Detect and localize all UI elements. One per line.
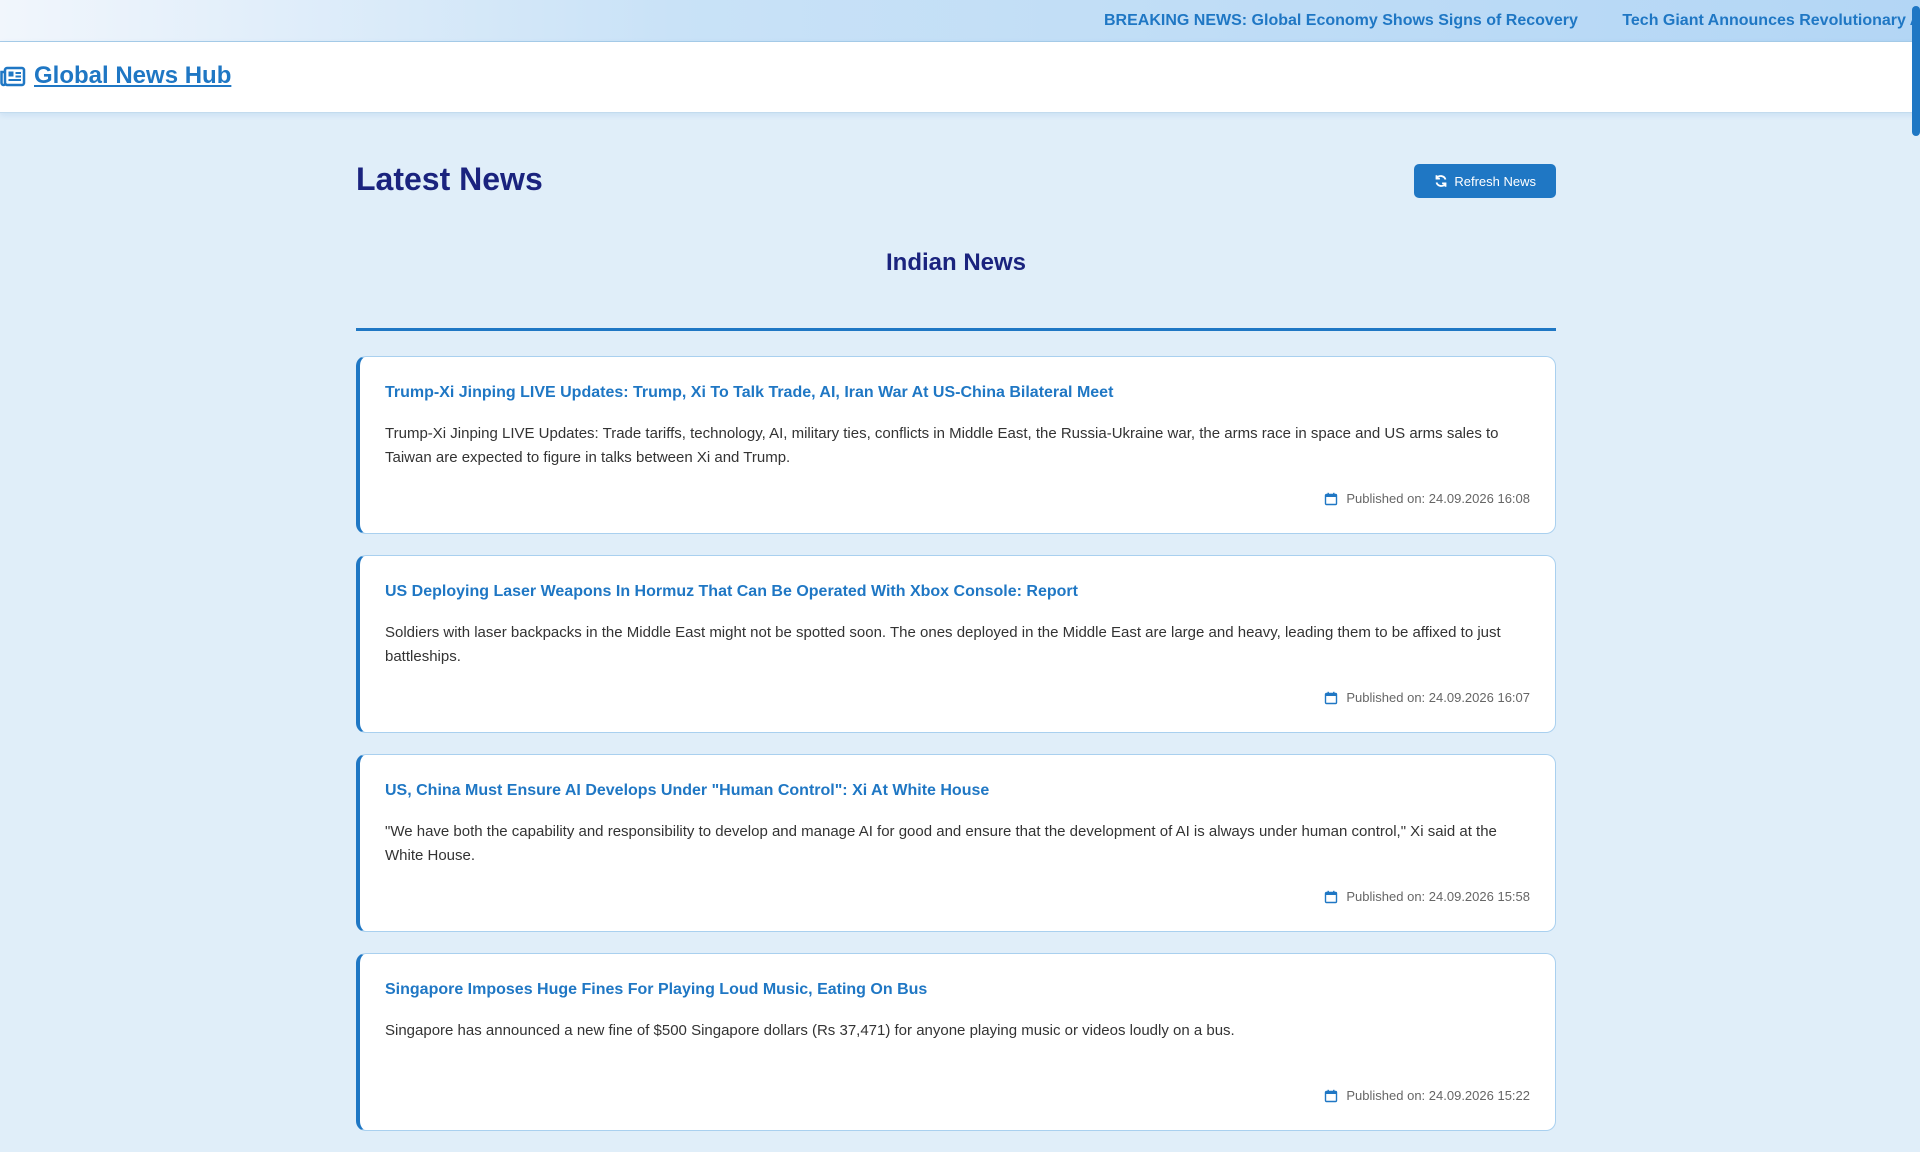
calendar-icon <box>1324 1089 1338 1103</box>
main-content: Latest News Refresh News Indian News Tru… <box>356 113 1556 1152</box>
news-card-summary: Soldiers with laser backpacks in the Mid… <box>385 624 1501 665</box>
published-date: Published on: 24.09.2026 15:58 <box>1346 889 1530 904</box>
news-list: Trump-Xi Jinping LIVE Updates: Trump, Xi… <box>356 356 1556 1131</box>
news-card-summary: Singapore has announced a new fine of $5… <box>385 1022 1235 1039</box>
newspaper-icon <box>0 63 26 89</box>
ticker-item[interactable]: BREAKING NEWS: Global Economy Shows Sign… <box>1104 12 1578 30</box>
news-card-summary: "We have both the capability and respons… <box>385 823 1497 864</box>
published-date: Published on: 24.09.2026 15:22 <box>1346 1088 1530 1103</box>
site-logo-link[interactable]: Global News Hub <box>0 62 231 90</box>
site-title: Global News Hub <box>34 62 232 89</box>
news-card-meta: Published on: 24.09.2026 16:08 <box>1324 491 1530 506</box>
sync-icon <box>1434 174 1448 188</box>
breaking-news-ticker: BREAKING NEWS: Global Economy Shows Sign… <box>0 0 1920 42</box>
news-card-title[interactable]: US, China Must Ensure AI Develops Under … <box>385 781 1530 801</box>
ticker-track: BREAKING NEWS: Global Economy Shows Sign… <box>1104 12 1920 30</box>
calendar-icon <box>1324 890 1338 904</box>
news-card-title[interactable]: Singapore Imposes Huge Fines For Playing… <box>385 980 1530 1000</box>
news-card: US, China Must Ensure AI Develops Under … <box>356 754 1556 932</box>
news-card-meta: Published on: 24.09.2026 15:22 <box>1324 1088 1530 1103</box>
news-card: Singapore Imposes Huge Fines For Playing… <box>356 953 1556 1131</box>
news-card-meta: Published on: 24.09.2026 15:58 <box>1324 889 1530 904</box>
news-card: Trump-Xi Jinping LIVE Updates: Trump, Xi… <box>356 356 1556 534</box>
news-card-title[interactable]: US Deploying Laser Weapons In Hormuz Tha… <box>385 582 1530 602</box>
page-scrollbar[interactable] <box>1912 0 1920 1080</box>
refresh-news-label: Refresh News <box>1454 173 1536 189</box>
calendar-icon <box>1324 492 1338 506</box>
published-date: Published on: 24.09.2026 16:08 <box>1346 491 1530 506</box>
page-title-row: Latest News Refresh News <box>356 113 1556 233</box>
section-title: Indian News <box>885 249 1027 276</box>
refresh-news-button[interactable]: Refresh News <box>1414 164 1556 198</box>
calendar-icon <box>1324 691 1338 705</box>
ticker-item[interactable]: Tech Giant Announces Revolutionary A <box>1622 12 1920 30</box>
page-title: Latest News <box>356 161 543 197</box>
news-card-title[interactable]: Trump-Xi Jinping LIVE Updates: Trump, Xi… <box>385 383 1530 403</box>
news-card-summary: Trump-Xi Jinping LIVE Updates: Trade tar… <box>385 425 1499 466</box>
section-header: Indian News <box>356 233 1556 331</box>
scrollbar-thumb[interactable] <box>1912 6 1920 136</box>
news-card-meta: Published on: 24.09.2026 16:07 <box>1324 690 1530 705</box>
news-card: US Deploying Laser Weapons In Hormuz Tha… <box>356 555 1556 733</box>
site-header: Global News Hub <box>0 42 1920 113</box>
published-date: Published on: 24.09.2026 16:07 <box>1346 690 1530 705</box>
